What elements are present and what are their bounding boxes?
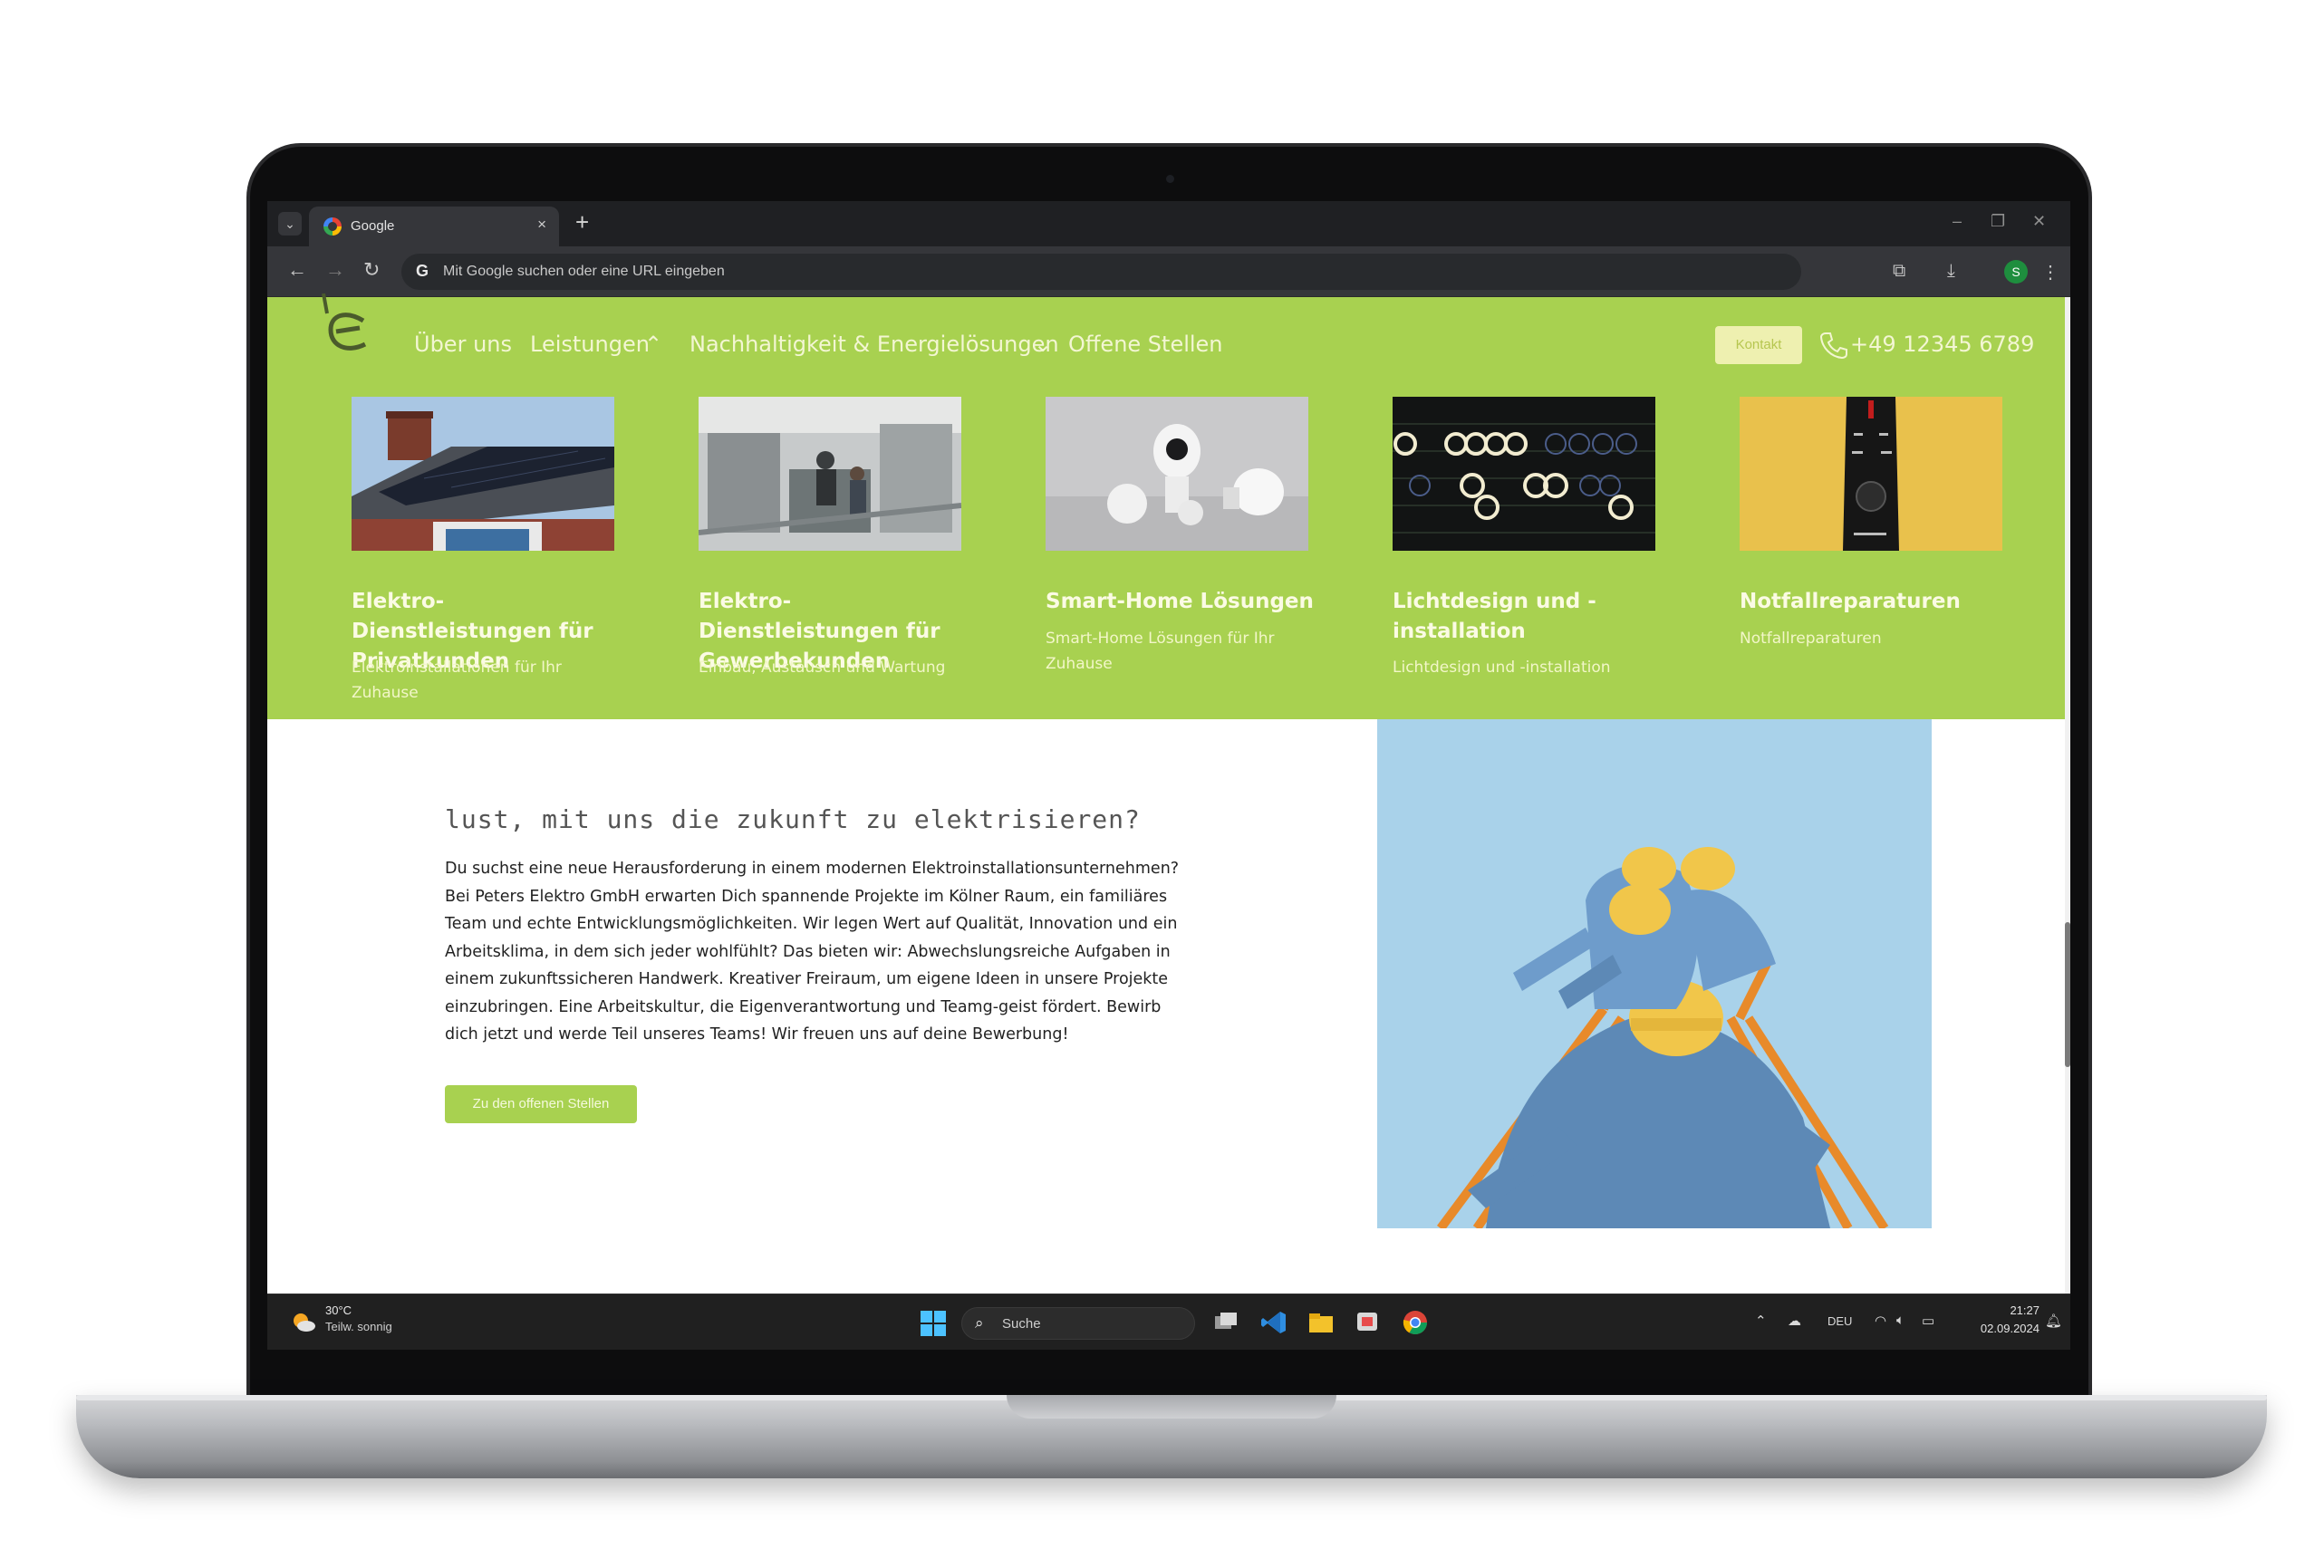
- extensions-icon[interactable]: ⧉: [1893, 261, 1905, 282]
- windows-start-icon[interactable]: [921, 1311, 946, 1336]
- reload-icon[interactable]: ↻: [363, 259, 380, 281]
- google-icon: [323, 217, 342, 236]
- chevron-up-icon[interactable]: ⌃: [644, 332, 662, 357]
- service-card-title: Lichtdesign und -installation: [1393, 590, 1596, 643]
- nav-offene-stellen[interactable]: Offene Stellen: [1068, 332, 1223, 357]
- service-card-subtitle: Lichtdesign und -installation: [1393, 659, 1611, 677]
- file-explorer-icon[interactable]: [1307, 1309, 1335, 1336]
- jobs-heading: Lust, mit uns die Zukunft zu elektrisier…: [445, 804, 1141, 834]
- browser-tab-active[interactable]: Google ×: [309, 207, 559, 246]
- new-tab-button[interactable]: +: [575, 210, 589, 234]
- clock-time[interactable]: 21:27: [1989, 1303, 2040, 1317]
- solar-roof-image: [352, 397, 614, 551]
- service-card-title: Smart-Home Lösungen: [1046, 590, 1314, 613]
- chrome-icon[interactable]: [1402, 1309, 1429, 1336]
- jobs-text: Du suchst eine neue Herausforderung in e…: [445, 860, 1180, 1044]
- back-arrow-icon[interactable]: ←: [287, 259, 307, 281]
- service-card-subtitle: Notfallreparaturen: [1740, 630, 1882, 648]
- restore-icon[interactable]: ❐: [1991, 212, 2005, 231]
- volume-icon[interactable]: 🔈︎: [1896, 1313, 1905, 1328]
- multimeter-image: [1740, 397, 2002, 551]
- weather-icon[interactable]: [291, 1311, 316, 1332]
- service-card-subtitle: Einbau, Austausch und Wartung: [699, 659, 946, 677]
- snipping-tool-icon[interactable]: [1355, 1309, 1382, 1336]
- language-indicator[interactable]: DEU: [1827, 1314, 1852, 1328]
- tab-close-icon[interactable]: ×: [537, 216, 546, 234]
- workers-image: [1377, 719, 1932, 1228]
- tab-search-chevron-down-icon[interactable]: ⌄: [278, 212, 302, 236]
- logo-icon[interactable]: [314, 293, 369, 362]
- weather-desc: Teilw. sonnig: [325, 1320, 392, 1333]
- service-card-subtitle: Elektroinstallationen für Ihr Zuhause: [352, 659, 562, 702]
- tray-chevron-up-icon[interactable]: ⌃: [1755, 1313, 1767, 1329]
- minimize-icon[interactable]: –: [1953, 212, 1962, 231]
- nav-ueber-uns[interactable]: Über uns: [414, 332, 512, 357]
- open-positions-button[interactable]: Zu den offenen Stellen: [445, 1085, 637, 1123]
- chevron-down-icon[interactable]: ⌄: [1034, 332, 1052, 357]
- website: Über uns Leistungen ⌃ Nachhaltigkeit & E…: [267, 293, 2070, 1294]
- phone-icon: [1819, 332, 1847, 360]
- vscode-icon[interactable]: [1260, 1309, 1287, 1336]
- browser-tabbar: ⌄ Google × + – ❐ ✕: [267, 201, 2070, 246]
- laptop-base-notch: [1007, 1395, 1336, 1419]
- taskbar: 30°C Teilw. sonnig ⌕ Suche ⌃ ☁ DEU ◠ 🔈︎ …: [267, 1294, 2070, 1350]
- battery-icon[interactable]: ▭: [1922, 1313, 1934, 1329]
- onedrive-icon[interactable]: ☁: [1788, 1313, 1801, 1329]
- phone-number[interactable]: +49 12345 6789: [1850, 332, 2034, 357]
- service-card-title: Notfallreparaturen: [1740, 590, 1961, 613]
- google-icon: G: [415, 262, 429, 280]
- kontakt-button[interactable]: Kontakt: [1715, 326, 1802, 364]
- scrollbar[interactable]: [2065, 297, 2070, 1294]
- factory-image: [699, 397, 961, 551]
- nav-leistungen[interactable]: Leistungen: [530, 332, 650, 357]
- wifi-icon[interactable]: ◠: [1875, 1313, 1886, 1329]
- bell-icon[interactable]: 🔔︎: [2045, 1313, 2062, 1329]
- smart-home-devices-image: [1046, 397, 1308, 551]
- tab-title: Google: [351, 218, 395, 234]
- nav-nachhaltigkeit[interactable]: Nachhaltigkeit & Energielösungen: [689, 332, 1059, 357]
- search-icon: ⌕: [975, 1314, 984, 1332]
- weather-temp: 30°C: [325, 1303, 352, 1317]
- task-view-icon[interactable]: [1213, 1309, 1240, 1336]
- profile-avatar[interactable]: S: [2004, 260, 2028, 284]
- address-bar[interactable]: G Mit Google suchen oder eine URL eingeb…: [401, 254, 1801, 290]
- menu-dots-icon[interactable]: ⋮: [2041, 261, 2059, 284]
- light-design-image: [1393, 397, 1655, 551]
- clock-date[interactable]: 02.09.2024: [1971, 1322, 2040, 1335]
- forward-arrow-icon[interactable]: →: [325, 259, 345, 281]
- download-icon[interactable]: ⤓: [1947, 261, 1955, 282]
- webcam: [1166, 175, 1174, 183]
- address-placeholder: Mit Google suchen oder eine URL eingeben: [443, 264, 725, 279]
- taskbar-search[interactable]: ⌕ Suche: [961, 1307, 1195, 1340]
- taskbar-search-label: Suche: [1002, 1316, 1041, 1332]
- browser-toolbar: ← → ↻ G Mit Google suchen oder eine URL …: [267, 246, 2070, 297]
- close-window-icon[interactable]: ✕: [2032, 212, 2046, 231]
- scrollbar-thumb[interactable]: [2065, 922, 2070, 1067]
- services-section: Über uns Leistungen ⌃ Nachhaltigkeit & E…: [267, 293, 2065, 719]
- service-card-subtitle: Smart-Home Lösungen für Ihr Zuhause: [1046, 630, 1275, 673]
- screen: ⌄ Google × + – ❐ ✕ ← → ↻ G Mit Google su…: [267, 201, 2070, 1350]
